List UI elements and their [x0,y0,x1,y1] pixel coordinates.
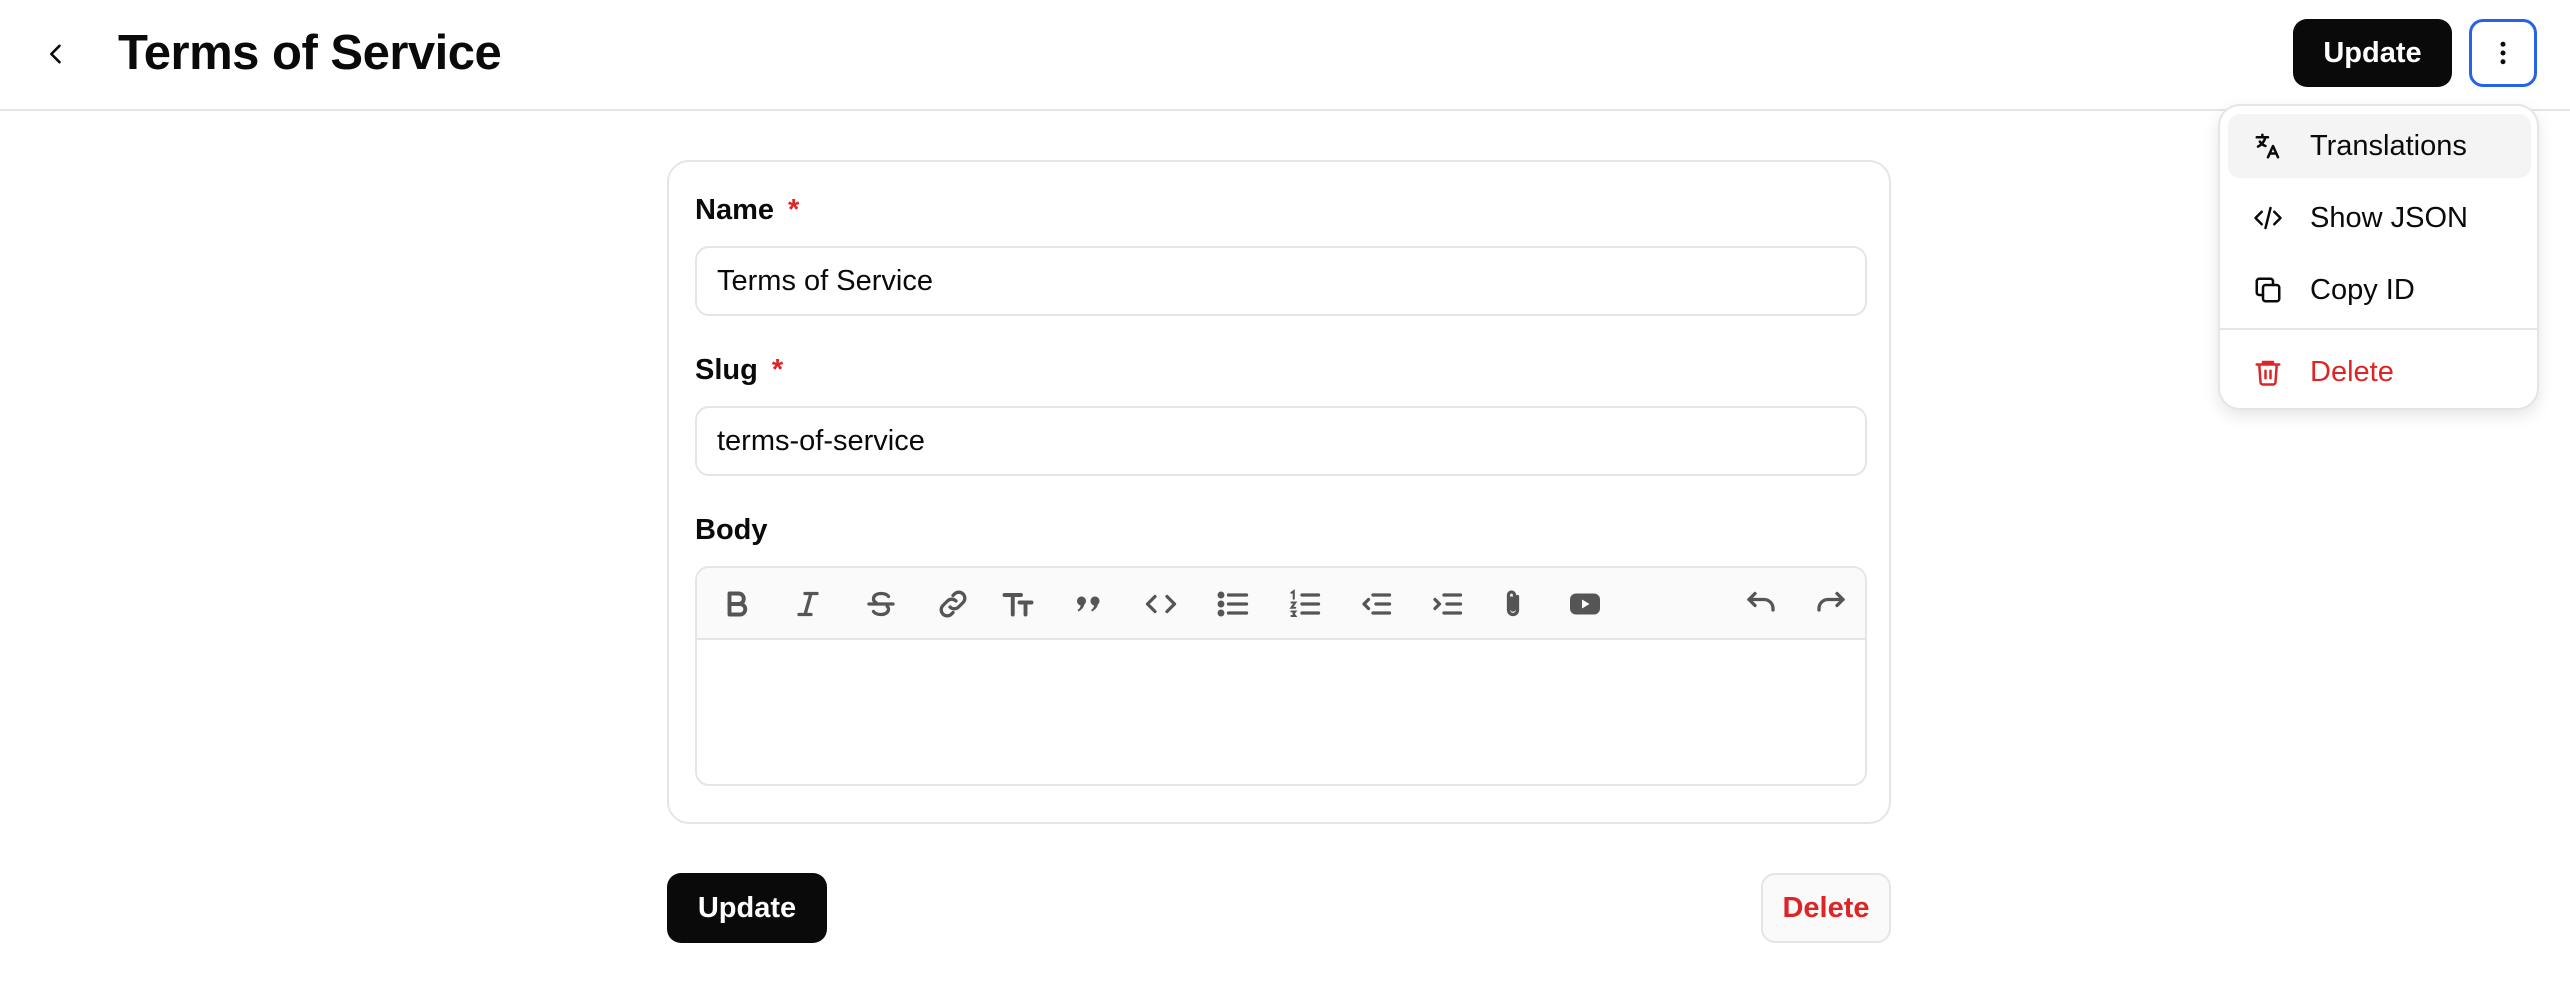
indent-icon [1433,593,1463,615]
italic-button[interactable] [784,580,832,628]
youtube-button[interactable] [1561,580,1609,628]
page-header: Terms of Service Update [0,0,2570,111]
attachment-button[interactable] [1489,580,1537,628]
more-options-button[interactable] [2469,19,2537,87]
name-input[interactable] [695,246,1867,316]
strikethrough-icon [867,591,895,617]
outdent-button[interactable] [1352,580,1400,628]
bold-button[interactable] [713,580,761,628]
slug-label: Slug * [695,352,783,388]
name-label-text: Name [695,194,774,226]
body-editor-content[interactable] [697,640,1865,784]
bold-icon [727,591,748,617]
strikethrough-button[interactable] [857,580,905,628]
menu-item-copy-id[interactable]: Copy ID [2228,258,2531,322]
quote-button[interactable] [1065,580,1113,628]
slug-label-text: Slug [695,354,758,386]
more-options-menu: Translations Show JSON Copy ID Delete [2218,104,2539,410]
back-button[interactable] [30,28,82,80]
body-editor [695,566,1867,786]
code-button[interactable] [1137,580,1185,628]
youtube-icon [1570,593,1600,615]
slug-input[interactable] [695,406,1867,476]
bullet-list-button[interactable] [1209,580,1257,628]
bullet-list-icon [1217,591,1249,617]
menu-item-translations[interactable]: Translations [2228,114,2531,178]
menu-item-label: Show JSON [2310,202,2468,234]
form-card: Name * Slug * Body [667,160,1891,824]
menu-item-delete[interactable]: Delete [2228,340,2531,404]
trash-icon [2250,354,2286,390]
editor-toolbar [697,568,1865,640]
delete-button[interactable]: Delete [1761,873,1891,943]
outdent-icon [1362,593,1392,615]
undo-icon [1747,591,1775,612]
redo-icon [1817,591,1845,612]
translate-icon [2250,128,2286,164]
numbered-list-button[interactable] [1281,580,1329,628]
more-vertical-icon [2500,41,2506,65]
heading-button[interactable] [994,580,1042,628]
menu-item-show-json[interactable]: Show JSON [2228,186,2531,250]
heading-icon [1002,593,1034,617]
chevron-left-icon [50,44,61,64]
redo-button[interactable] [1807,580,1855,628]
indent-button[interactable] [1423,580,1471,628]
name-label: Name * [695,192,799,228]
quote-icon [1076,596,1100,612]
update-button[interactable]: Update [667,873,827,943]
link-icon [939,590,967,618]
copy-icon [2250,272,2286,308]
body-label: Body [695,514,768,546]
name-required-mark: * [788,194,800,226]
code-icon [1145,594,1177,614]
italic-icon [797,591,819,617]
attachment-icon [1506,590,1520,617]
link-button[interactable] [929,580,977,628]
header-update-button[interactable]: Update [2293,19,2452,87]
undo-button[interactable] [1737,580,1785,628]
page-title: Terms of Service [118,26,502,80]
menu-item-label: Translations [2310,130,2467,162]
slug-required-mark: * [771,354,784,386]
code-icon [2250,200,2286,236]
numbered-list-icon [1289,589,1321,618]
menu-item-label: Copy ID [2310,274,2415,306]
menu-divider [2220,328,2537,330]
menu-item-label: Delete [2310,356,2394,388]
